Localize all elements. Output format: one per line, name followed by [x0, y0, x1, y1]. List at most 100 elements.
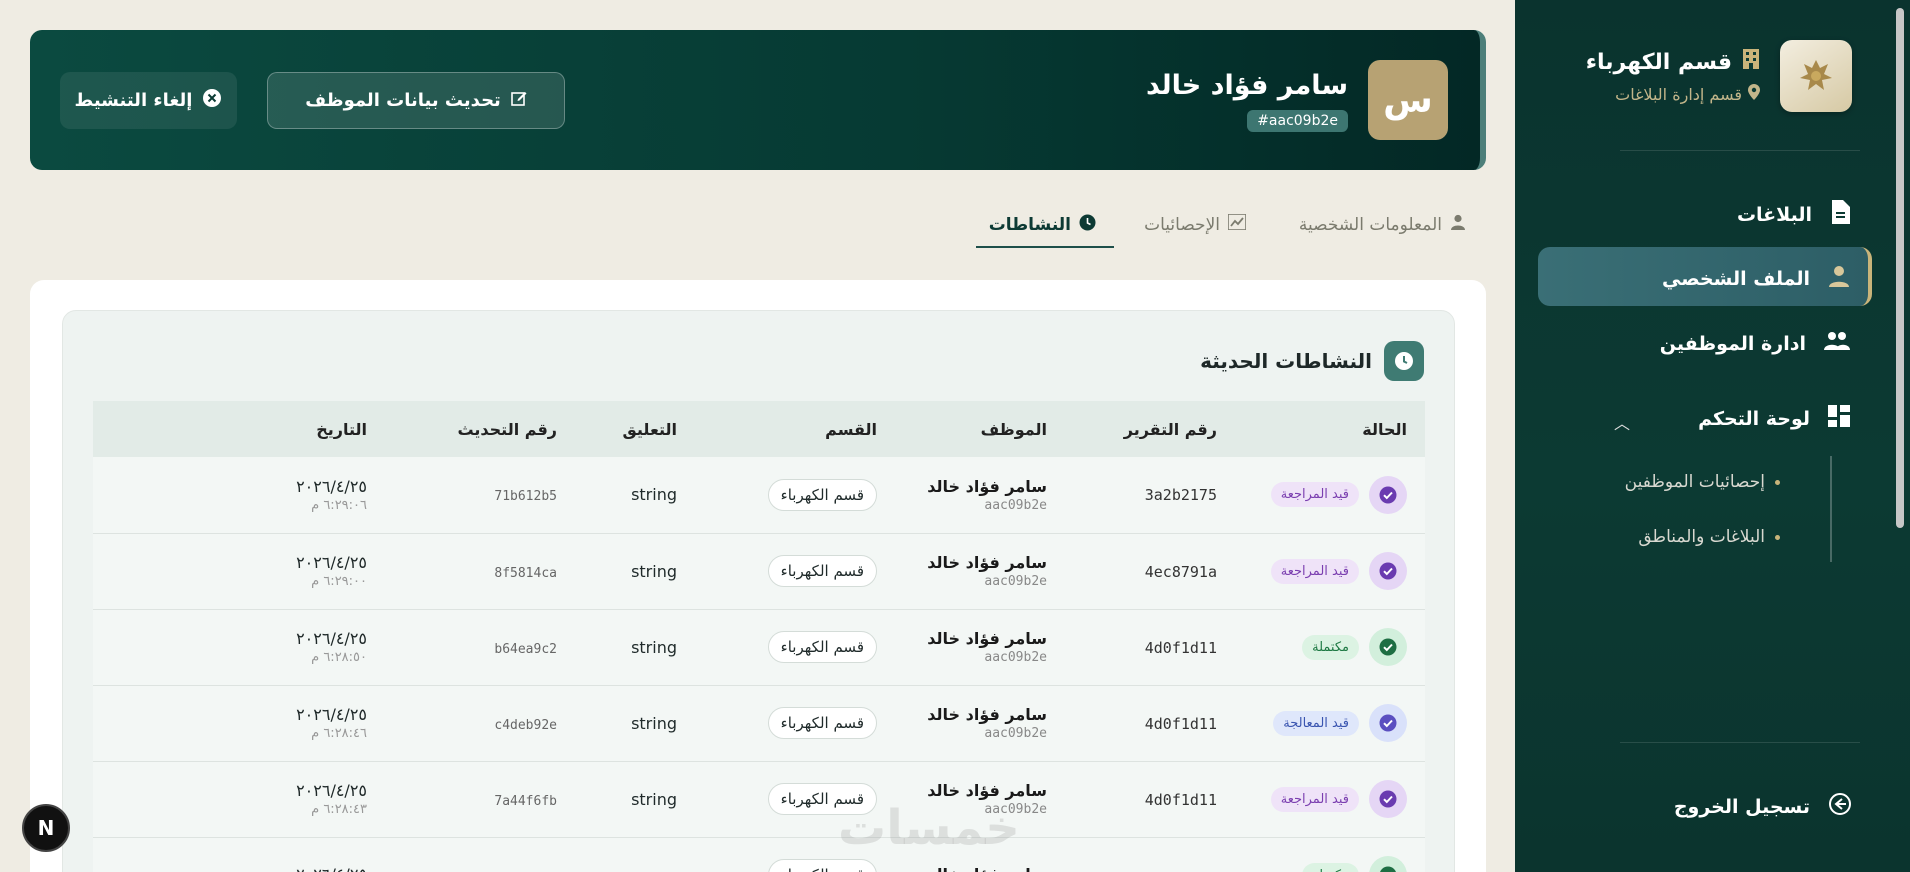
check-circle-icon — [1369, 552, 1407, 590]
date-cell: ٢٠٢٦/٤/٢٥ ٦:٢٩:٠٦ م — [93, 457, 385, 534]
department-pill: قسم الكهرباء — [767, 707, 877, 739]
table-row[interactable]: قيد المراجعة 4d0f1d11 سامر فؤاد خالد aac… — [93, 761, 1425, 838]
employee-name: سامر فؤاد خالد — [927, 781, 1047, 800]
department-pill: قسم الكهرباء — [767, 478, 877, 511]
status-badge: قيد المراجعة — [1270, 786, 1359, 812]
submenu-line — [1830, 456, 1832, 562]
table-row[interactable]: قيد المراجعة 3a2b2175 سامر فؤاد خالد aac… — [93, 457, 1425, 534]
sidebar-divider — [1620, 150, 1860, 151]
department-cell: قسم الكهرباء — [695, 609, 895, 686]
check-circle-icon — [1369, 628, 1407, 666]
time: ٦:٢٩:٠٦ م — [311, 497, 367, 513]
tab-statistics[interactable]: الإحصائيات — [1144, 213, 1247, 235]
person-icon — [1828, 265, 1850, 292]
col-comment: التعليق — [622, 419, 677, 439]
sidebar-divider — [1620, 742, 1860, 743]
status-cell: مكتملة — [1235, 609, 1425, 686]
department-cell: قسم الكهرباء — [695, 685, 895, 762]
department-pill: قسم الكهرباء — [767, 631, 877, 663]
table-row[interactable]: مكتملة سامر فؤاد خالد قسم الكهرباء ٢٠٢٦/… — [93, 837, 1425, 872]
employee-header: س سامر فؤاد خالد #aac09b2e تحديث بيانات … — [30, 30, 1486, 170]
comment-cell: string — [575, 609, 695, 686]
status-cell: قيد المراجعة — [1235, 457, 1425, 534]
dashboard-icon — [1828, 405, 1850, 432]
comment-cell: string — [575, 457, 695, 534]
employee-id: aac09b2e — [984, 650, 1047, 665]
col-employee: الموظف — [980, 419, 1047, 439]
chart-icon — [1227, 213, 1247, 235]
employee-cell: سامر فؤاد خالد aac09b2e — [895, 457, 1065, 534]
time: ٦:٢٨:٤٦ م — [311, 726, 367, 741]
comment-cell: string — [575, 533, 695, 610]
department-cell: قسم الكهرباء — [695, 457, 895, 534]
brand-subtitle: قسم إدارة البلاغات — [1615, 84, 1742, 104]
check-circle-icon — [1369, 780, 1407, 818]
tab-active-underline — [976, 246, 1114, 248]
update-id-cell — [385, 837, 575, 872]
table-row[interactable]: قيد المعالجة 4d0f1d11 سامر فؤاد خالد aac… — [93, 685, 1425, 762]
status-cell: قيد المراجعة — [1235, 533, 1425, 610]
activities-panel: النشاطات الحديثة الحالة رقم التقرير المو… — [62, 310, 1455, 872]
activities-table: الحالة رقم التقرير الموظف القسم التعليق … — [93, 401, 1425, 872]
time: ٦:٢٩:٠٠ م — [311, 574, 367, 589]
col-report: رقم التقرير — [1123, 419, 1217, 439]
location-pin-icon — [1748, 84, 1760, 104]
employee-id: aac09b2e — [984, 726, 1047, 741]
tab-personal-info[interactable]: المعلومات الشخصية — [1299, 214, 1466, 235]
employee-id: aac09b2e — [984, 497, 1047, 513]
status-badge: قيد المراجعة — [1270, 482, 1359, 508]
department-pill: قسم الكهرباء — [767, 555, 877, 587]
tab-activities[interactable]: النشاطات — [989, 214, 1096, 236]
sidebar: قسم الكهرباء قسم إدارة البلاغات البلاغات… — [1515, 0, 1910, 872]
sidebar-item-dashboard[interactable]: لوحة التحكم — [1698, 405, 1850, 432]
table-row[interactable]: مكتملة 4d0f1d11 سامر فؤاد خالد aac09b2e … — [93, 609, 1425, 686]
deactivate-button[interactable]: إلغاء التنشيط — [60, 72, 237, 129]
time: ٦:٢٨:٥٠ م — [311, 650, 367, 665]
avatar: س — [1368, 60, 1448, 140]
date: ٢٠٢٦/٤/٢٥ — [111, 865, 367, 872]
people-icon — [1824, 331, 1850, 356]
activities-card: النشاطات الحديثة الحالة رقم التقرير المو… — [30, 280, 1486, 872]
employee-name: سامر فؤاد خالد — [913, 865, 1047, 872]
section-title-text: النشاطات الحديثة — [1200, 349, 1372, 373]
date: ٢٠٢٦/٤/٢٥ — [296, 705, 367, 724]
clock-icon — [1384, 341, 1424, 381]
date-cell: ٢٠٢٦/٤/٢٥ ٦:٢٩:٠٠ م — [93, 533, 385, 610]
status-cell: قيد المعالجة — [1235, 685, 1425, 762]
deactivate-button-label: إلغاء التنشيط — [74, 90, 193, 111]
update-id-cell: 7a44f6fb — [385, 761, 575, 838]
employee-cell: سامر فؤاد خالد aac09b2e — [895, 609, 1065, 686]
date-cell: ٢٠٢٦/٤/٢٥ — [93, 837, 385, 872]
comment-cell: string — [575, 685, 695, 762]
brand-logo — [1780, 40, 1852, 112]
chevron-up-icon[interactable]: ︿ — [1614, 410, 1630, 434]
close-circle-icon — [202, 88, 222, 113]
status-badge: مكتملة — [1302, 634, 1359, 660]
comment-cell — [575, 837, 695, 872]
update-id-cell: 71b612b5 — [385, 457, 575, 534]
sidebar-subitem-employee-stats[interactable]: إحصائيات الموظفين — [1625, 472, 1780, 492]
logout-button[interactable]: تسجيل الخروج — [1674, 792, 1852, 821]
employee-id-badge: #aac09b2e — [1247, 110, 1348, 132]
report-id: 4d0f1d11 — [1065, 609, 1235, 686]
floating-badge[interactable]: N — [22, 804, 70, 852]
tab-label: النشاطات — [988, 215, 1071, 235]
col-update-id: رقم التحديث — [457, 419, 557, 439]
report-id: 4ec8791a — [1065, 533, 1235, 610]
sidebar-item-label: الملف الشخصي — [1661, 267, 1810, 290]
date-cell: ٢٠٢٦/٤/٢٥ ٦:٢٨:٤٦ م — [93, 685, 385, 762]
sidebar-item-profile[interactable]: الملف الشخصي — [1662, 265, 1850, 292]
sidebar-scrollbar[interactable] — [1896, 8, 1904, 528]
sidebar-subitem-label: البلاغات والمناطق — [1638, 527, 1765, 547]
section-title: النشاطات الحديثة — [1200, 341, 1424, 381]
employee-cell: سامر فؤاد خالد aac09b2e — [895, 533, 1065, 610]
sidebar-subitem-reports-regions[interactable]: البلاغات والمناطق — [1638, 527, 1780, 547]
table-row[interactable]: قيد المراجعة 4ec8791a سامر فؤاد خالد aac… — [93, 533, 1425, 610]
check-circle-icon — [1369, 856, 1407, 872]
sidebar-item-reports[interactable]: البلاغات — [1737, 200, 1850, 229]
building-icon — [1742, 48, 1760, 76]
update-employee-button[interactable]: تحديث بيانات الموظف — [267, 72, 565, 129]
employee-name: سامر فؤاد خالد — [927, 553, 1047, 572]
sidebar-item-employees[interactable]: ادارة الموظفين — [1660, 331, 1850, 356]
brand-title: قسم الكهرباء — [1585, 49, 1732, 75]
